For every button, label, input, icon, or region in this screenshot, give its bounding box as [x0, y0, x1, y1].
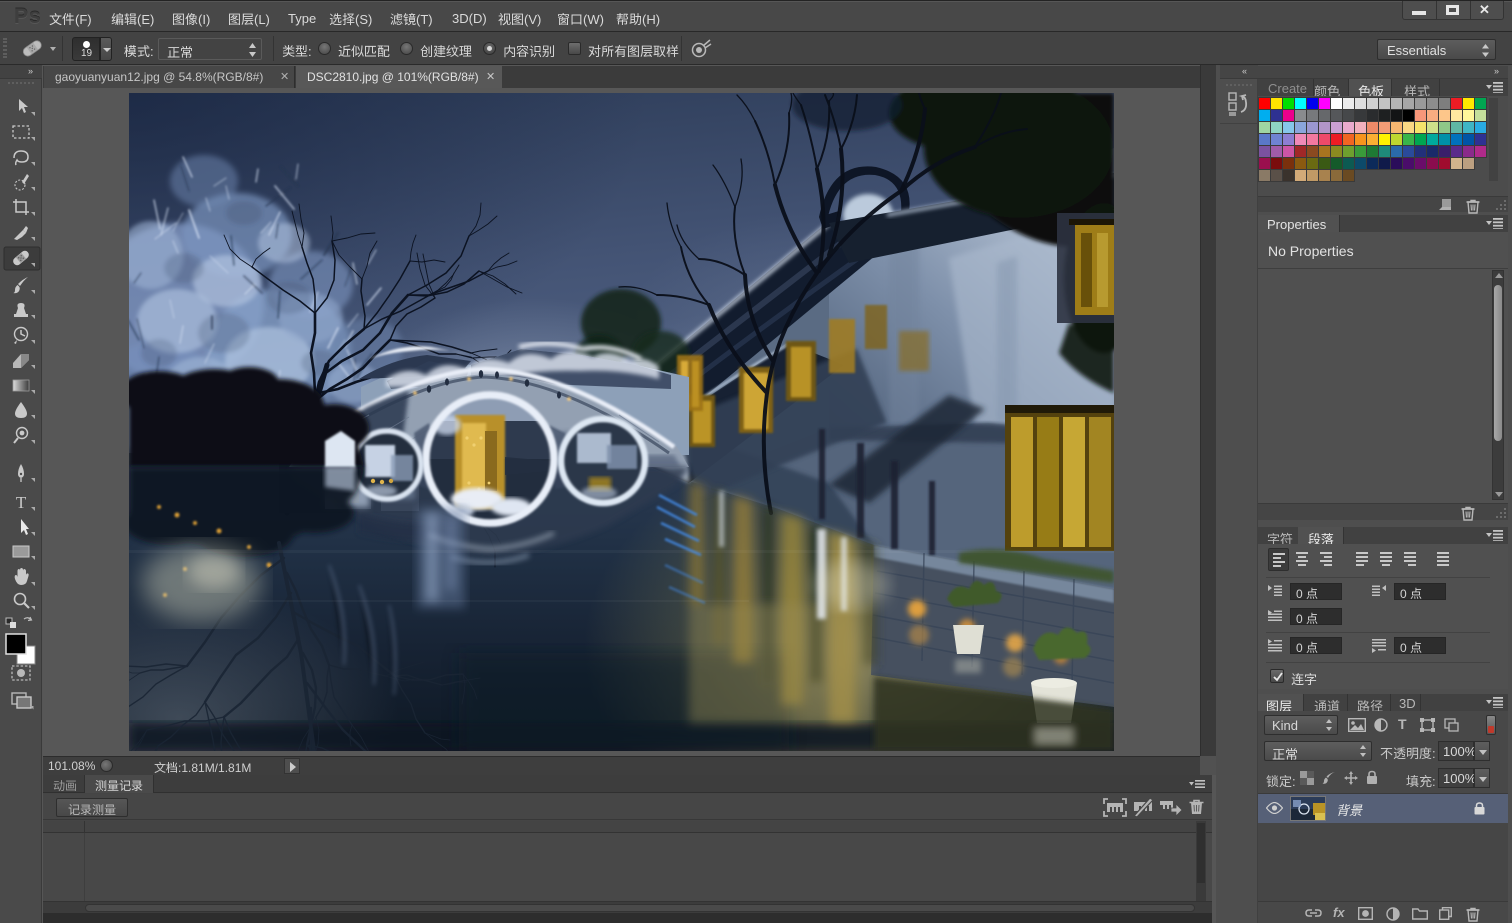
- svg-text:T: T: [16, 493, 27, 512]
